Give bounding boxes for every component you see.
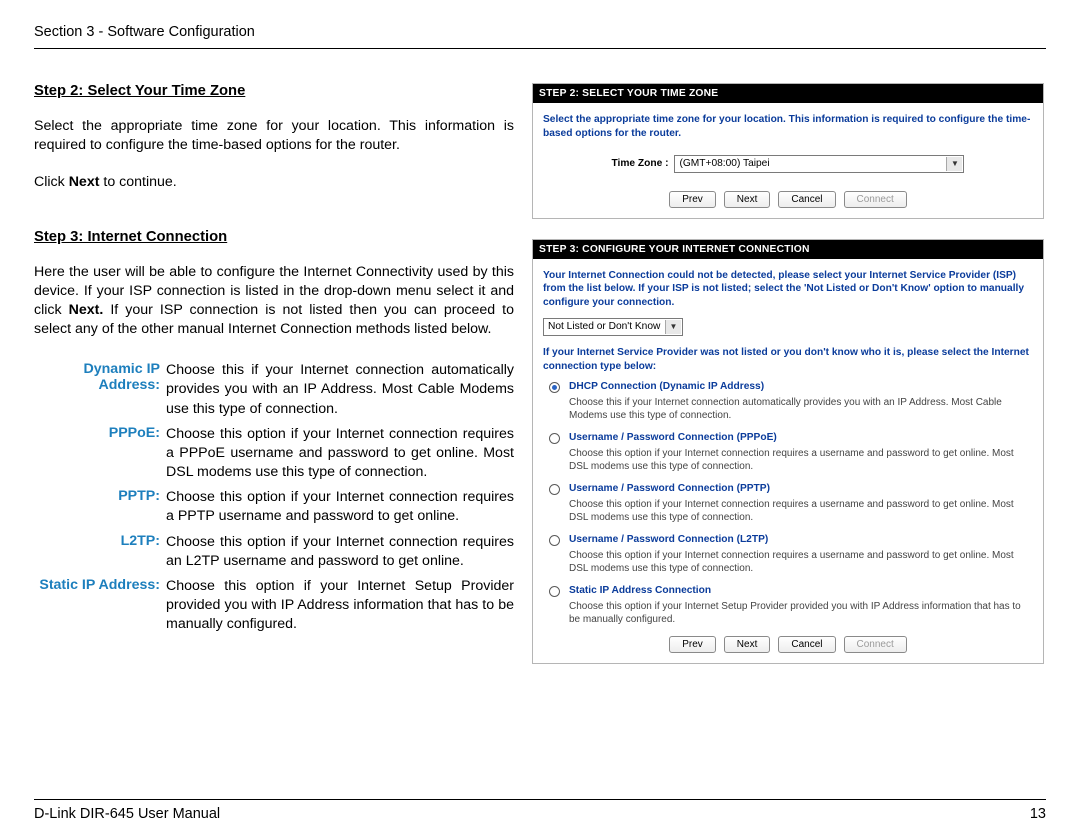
text: to continue.	[99, 174, 176, 190]
panel3-instruction2: If your Internet Service Provider was no…	[543, 346, 1033, 374]
option-pppoe[interactable]: Username / Password Connection (PPPoE) C…	[549, 432, 1033, 473]
text-bold: Next	[69, 174, 100, 190]
option-desc: Choose this option if your Internet conn…	[569, 447, 1033, 473]
panel3-header: STEP 3: CONFIGURE YOUR INTERNET CONNECTI…	[533, 240, 1043, 259]
cancel-button[interactable]: Cancel	[778, 636, 835, 653]
footer-page-number: 13	[1030, 806, 1046, 822]
panel3-instruction1: Your Internet Connection could not be de…	[543, 269, 1033, 310]
section-header: Section 3 - Software Configuration	[34, 24, 1046, 49]
prev-button[interactable]: Prev	[669, 191, 716, 208]
timezone-value: (GMT+08:00) Taipei	[675, 158, 791, 169]
desc-static-ip: Choose this option if your Internet Setu…	[166, 577, 514, 641]
option-title: Username / Password Connection (PPTP)	[569, 483, 1033, 495]
option-pptp[interactable]: Username / Password Connection (PPTP) Ch…	[549, 483, 1033, 524]
option-desc: Choose this option if your Internet conn…	[569, 549, 1033, 575]
right-column: STEP 2: SELECT YOUR TIME ZONE Select the…	[532, 83, 1044, 684]
text-bold: Next.	[69, 302, 104, 318]
desc-pptp: Choose this option if your Internet conn…	[166, 488, 514, 532]
cancel-button[interactable]: Cancel	[778, 191, 835, 208]
step3-heading: Step 3: Internet Connection	[34, 229, 514, 245]
connection-options: DHCP Connection (Dynamic IP Address) Cho…	[549, 381, 1033, 626]
option-dhcp[interactable]: DHCP Connection (Dynamic IP Address) Cho…	[549, 381, 1033, 422]
option-desc: Choose this option if your Internet conn…	[569, 498, 1033, 524]
option-title: Static IP Address Connection	[569, 585, 1033, 597]
radio-pppoe[interactable]	[549, 433, 560, 444]
term-l2tp: L2TP:	[34, 533, 166, 577]
timezone-select[interactable]: (GMT+08:00) Taipei ▼	[674, 155, 964, 173]
text: Click	[34, 174, 69, 190]
page-footer: D-Link DIR-645 User Manual 13	[34, 799, 1046, 822]
option-title: Username / Password Connection (PPPoE)	[569, 432, 1033, 444]
term-pppoe: PPPoE:	[34, 425, 166, 489]
radio-static-ip[interactable]	[549, 586, 560, 597]
chevron-down-icon: ▼	[665, 320, 681, 334]
definitions-table: Dynamic IP Address: Choose this if your …	[34, 361, 514, 640]
panel2-header: STEP 2: SELECT YOUR TIME ZONE	[533, 84, 1043, 103]
step2-paragraph: Select the appropriate time zone for you…	[34, 117, 514, 155]
panel3-buttons: Prev Next Cancel Connect	[543, 636, 1033, 653]
text: If your ISP connection is not listed the…	[34, 302, 514, 337]
left-column: Step 2: Select Your Time Zone Select the…	[34, 83, 514, 684]
desc-l2tp: Choose this option if your Internet conn…	[166, 533, 514, 577]
prev-button[interactable]: Prev	[669, 636, 716, 653]
option-title: DHCP Connection (Dynamic IP Address)	[569, 381, 1033, 393]
desc-pppoe: Choose this option if your Internet conn…	[166, 425, 514, 489]
term-pptp: PPTP:	[34, 488, 166, 532]
footer-manual-title: D-Link DIR-645 User Manual	[34, 806, 220, 822]
connect-button[interactable]: Connect	[844, 191, 907, 208]
term-static-ip: Static IP Address:	[34, 577, 166, 641]
step3-paragraph: Here the user will be able to configure …	[34, 263, 514, 340]
option-desc: Choose this if your Internet connection …	[569, 396, 1033, 422]
next-button[interactable]: Next	[724, 636, 771, 653]
radio-l2tp[interactable]	[549, 535, 560, 546]
step2-heading: Step 2: Select Your Time Zone	[34, 83, 514, 99]
panel-step3: STEP 3: CONFIGURE YOUR INTERNET CONNECTI…	[532, 239, 1044, 665]
next-button[interactable]: Next	[724, 191, 771, 208]
panel2-buttons: Prev Next Cancel Connect	[543, 191, 1033, 208]
panel2-instruction: Select the appropriate time zone for you…	[543, 113, 1033, 141]
panel-step2: STEP 2: SELECT YOUR TIME ZONE Select the…	[532, 83, 1044, 219]
isp-value: Not Listed or Don't Know	[544, 321, 682, 332]
option-desc: Choose this option if your Internet Setu…	[569, 600, 1033, 626]
option-title: Username / Password Connection (L2TP)	[569, 534, 1033, 546]
radio-pptp[interactable]	[549, 484, 560, 495]
option-l2tp[interactable]: Username / Password Connection (L2TP) Ch…	[549, 534, 1033, 575]
step2-click-next: Click Next to continue.	[34, 173, 514, 192]
isp-select[interactable]: Not Listed or Don't Know ▼	[543, 318, 683, 336]
radio-dhcp[interactable]	[549, 382, 560, 393]
option-static-ip[interactable]: Static IP Address Connection Choose this…	[549, 585, 1033, 626]
timezone-label: Time Zone :	[612, 158, 669, 169]
chevron-down-icon: ▼	[946, 157, 962, 171]
term-dynamic-ip: Dynamic IP Address:	[34, 361, 166, 425]
connect-button[interactable]: Connect	[844, 636, 907, 653]
desc-dynamic-ip: Choose this if your Internet connection …	[166, 361, 514, 425]
